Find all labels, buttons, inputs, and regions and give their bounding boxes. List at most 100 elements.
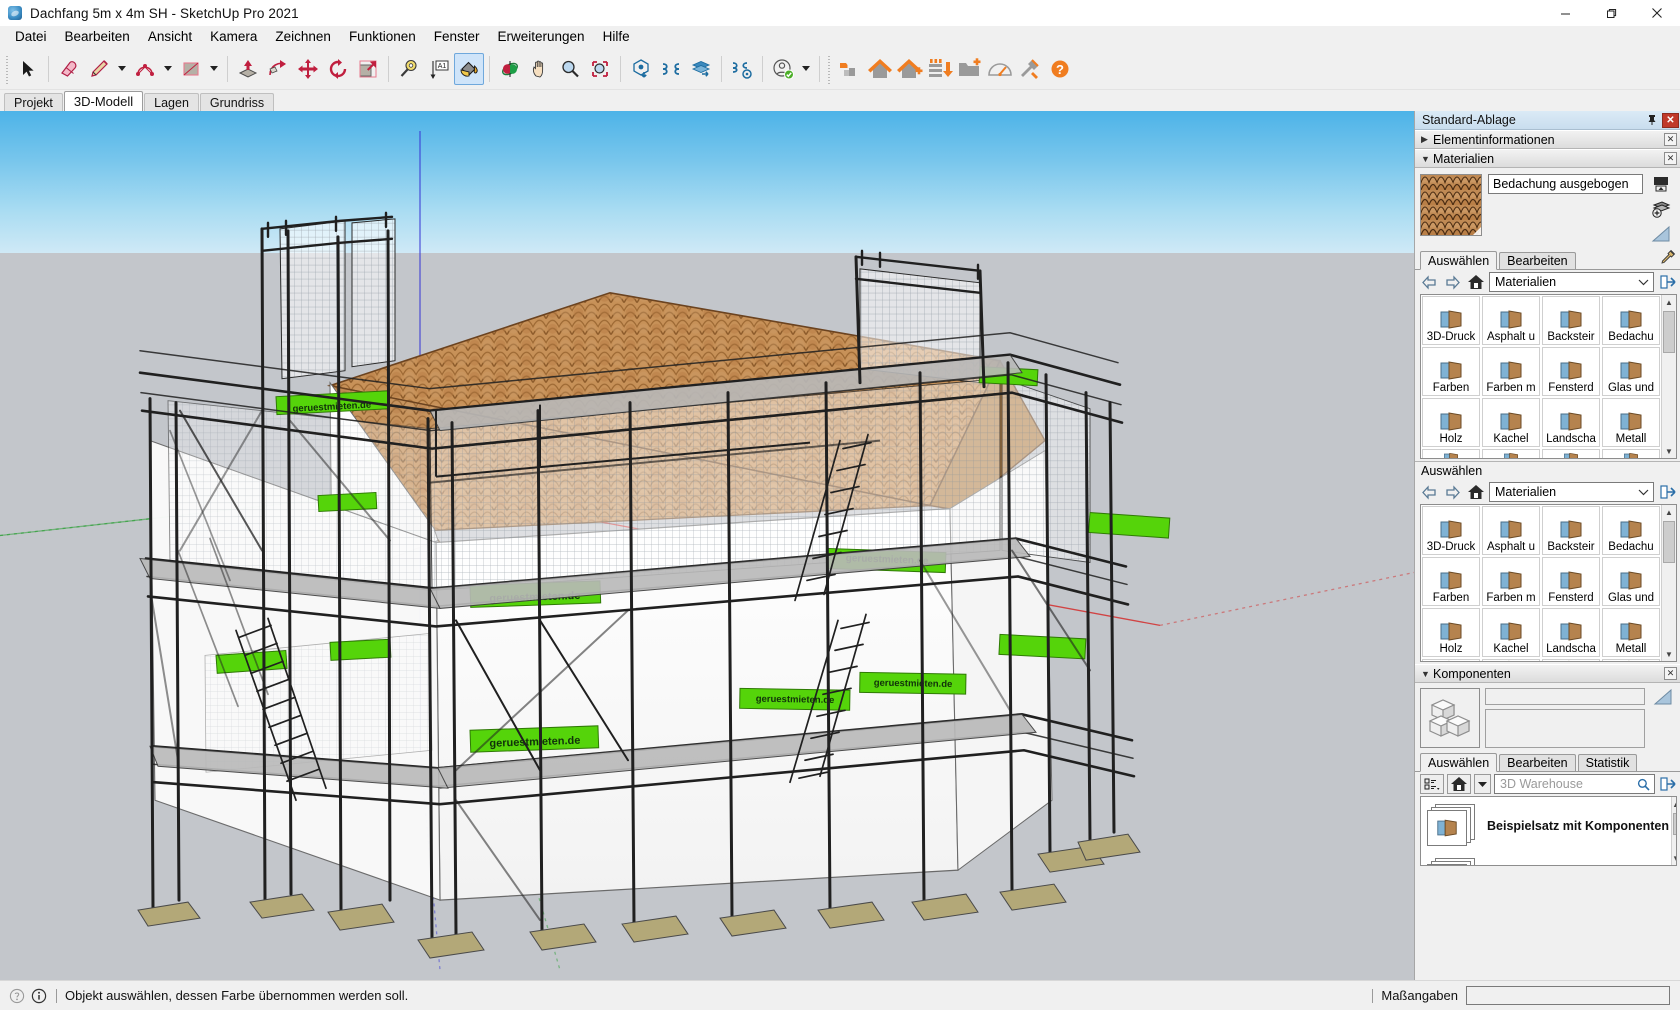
model-viewport[interactable]: geruestmieten.de geruestmieten.de gerues… [0, 111, 1414, 980]
tray-close-button[interactable]: ✕ [1662, 112, 1679, 128]
maximize-button[interactable] [1588, 0, 1634, 26]
menu-funktionen[interactable]: Funktionen [340, 27, 425, 47]
material-folder-cell[interactable] [1542, 449, 1600, 458]
orbit-icon[interactable] [495, 53, 525, 85]
user-account-icon[interactable] [768, 53, 798, 85]
scroll-thumb[interactable] [1663, 311, 1675, 353]
chevron-down-icon[interactable] [1636, 274, 1651, 290]
material-library-scrollbar[interactable]: ▲ ▼ [1661, 295, 1676, 458]
account-dropdown-caret-icon[interactable] [798, 53, 814, 85]
shapes-dropdown-caret-icon[interactable] [206, 53, 222, 85]
scale-icon[interactable] [353, 53, 383, 85]
nav-home-icon[interactable] [1466, 273, 1485, 292]
warehouse-search-input[interactable]: 3D Warehouse [1494, 774, 1655, 794]
doctab-grundriss[interactable]: Grundriss [199, 93, 275, 111]
view-options-icon[interactable] [1420, 774, 1444, 794]
material-folder-cell[interactable]: Fensterd [1542, 347, 1600, 396]
rectangle-icon[interactable] [176, 53, 206, 85]
menu-zeichnen[interactable]: Zeichnen [266, 27, 340, 47]
arc-dropdown-caret-icon[interactable] [160, 53, 176, 85]
material-folder-cell[interactable]: 3D-Druck [1422, 506, 1480, 555]
material-library-grid[interactable]: 3D-Druck Asphalt u Backsteir Bedachu Far… [1420, 294, 1677, 459]
scroll-up-icon[interactable]: ▲ [1672, 797, 1676, 811]
tab-components-auswaehlen[interactable]: Auswählen [1420, 753, 1498, 772]
material-folder-cell[interactable] [1422, 449, 1480, 458]
pan-hand-icon[interactable] [525, 53, 555, 85]
material-folder-cell[interactable] [1482, 659, 1540, 661]
doctab-lagen[interactable]: Lagen [144, 93, 199, 111]
menu-datei[interactable]: Datei [6, 27, 56, 47]
scroll-track[interactable] [1672, 811, 1676, 851]
measurements-input[interactable] [1466, 986, 1670, 1005]
material-folder-cell[interactable] [1602, 659, 1660, 661]
help-circle-icon[interactable] [6, 985, 28, 1007]
scroll-track[interactable] [1662, 519, 1676, 647]
section-close-materialien[interactable]: ✕ [1664, 152, 1677, 165]
arc-icon[interactable] [130, 53, 160, 85]
house-add-icon[interactable] [895, 53, 925, 85]
share-model-icon[interactable] [656, 53, 686, 85]
select-arrow-icon[interactable] [13, 53, 43, 85]
gauge-icon[interactable] [985, 53, 1015, 85]
menu-hilfe[interactable]: Hilfe [594, 27, 639, 47]
material-folder-cell[interactable]: Farben m [1482, 557, 1540, 606]
chevron-down-icon[interactable] [1474, 774, 1491, 794]
tab-components-statistik[interactable]: Statistik [1577, 754, 1638, 771]
material-folder-cell[interactable]: Asphalt u [1482, 506, 1540, 555]
create-material-icon[interactable] [1652, 175, 1670, 196]
tab-materials-auswaehlen[interactable]: Auswählen [1420, 251, 1498, 270]
house-icon[interactable] [865, 53, 895, 85]
roof-shingle-swatch[interactable] [1420, 174, 1482, 236]
section-komponenten[interactable]: ▼ Komponenten ✕ [1415, 664, 1680, 683]
menu-ansicht[interactable]: Ansicht [139, 27, 201, 47]
details-arrow-icon[interactable] [1658, 775, 1677, 794]
menu-bearbeiten[interactable]: Bearbeiten [56, 27, 139, 47]
3d-warehouse-icon[interactable] [626, 53, 656, 85]
material-folder-cell[interactable]: Metall [1602, 398, 1660, 447]
doctab-3d-modell[interactable]: 3D-Modell [63, 91, 144, 111]
nav-back-icon[interactable] [1420, 273, 1439, 292]
material-folder-cell[interactable]: Glas und [1602, 347, 1660, 396]
minimize-button[interactable] [1542, 0, 1588, 26]
extension-warehouse-icon[interactable] [727, 53, 757, 85]
material-folder-cell[interactable]: Bedachu [1602, 296, 1660, 345]
folder-add-icon[interactable] [955, 53, 985, 85]
scaffold-level-icon[interactable] [925, 53, 955, 85]
info-circle-icon[interactable] [28, 985, 50, 1007]
collapse-triangle-icon[interactable]: ▼ [1421, 669, 1433, 679]
scroll-up-icon[interactable]: ▲ [1662, 505, 1676, 519]
material-library-scrollbar-secondary[interactable]: ▲ ▼ [1661, 505, 1676, 661]
material-folder-cell[interactable] [1602, 449, 1660, 458]
material-folder-cell[interactable]: Kachel [1482, 608, 1540, 657]
tab-materials-bearbeiten[interactable]: Bearbeiten [1499, 252, 1576, 269]
close-button[interactable] [1634, 0, 1680, 26]
material-folder-cell[interactable]: Asphalt u [1482, 296, 1540, 345]
pencil-line-icon[interactable] [84, 53, 114, 85]
zoom-extents-icon[interactable] [585, 53, 615, 85]
material-folder-cell[interactable] [1542, 659, 1600, 661]
layers-stack-icon[interactable] [686, 53, 716, 85]
scroll-thumb[interactable] [1673, 813, 1676, 835]
nav-home-icon[interactable] [1447, 774, 1471, 794]
list-item[interactable]: Beispielsatz mit Komponenten [1421, 797, 1671, 851]
section-close-komponenten[interactable]: ✕ [1664, 667, 1677, 680]
line-dropdown-caret-icon[interactable] [114, 53, 130, 85]
scroll-track[interactable] [1662, 309, 1676, 444]
component-description-field[interactable] [1485, 709, 1645, 748]
doctab-projekt[interactable]: Projekt [4, 93, 63, 111]
component-name-field[interactable] [1485, 688, 1645, 705]
material-folder-cell[interactable]: 3D-Druck [1422, 296, 1480, 345]
nav-back-icon[interactable] [1420, 483, 1439, 502]
chevron-down-icon[interactable] [1636, 484, 1651, 500]
pin-icon[interactable] [1644, 112, 1660, 128]
display-secondary-icon[interactable] [1651, 225, 1671, 246]
second-toolbar-grip[interactable] [825, 53, 833, 84]
material-library-grid-secondary[interactable]: 3D-Druck Asphalt u Backsteir Bedachu Far… [1420, 504, 1677, 662]
material-folder-cell[interactable] [1482, 449, 1540, 458]
follow-me-icon[interactable] [263, 53, 293, 85]
material-folder-cell[interactable]: Fensterd [1542, 557, 1600, 606]
material-folder-cell[interactable]: Farben [1422, 347, 1480, 396]
new-scene-icon[interactable] [835, 53, 865, 85]
material-folder-cell[interactable]: Backsteir [1542, 296, 1600, 345]
help-question-icon[interactable]: ? [1045, 53, 1075, 85]
